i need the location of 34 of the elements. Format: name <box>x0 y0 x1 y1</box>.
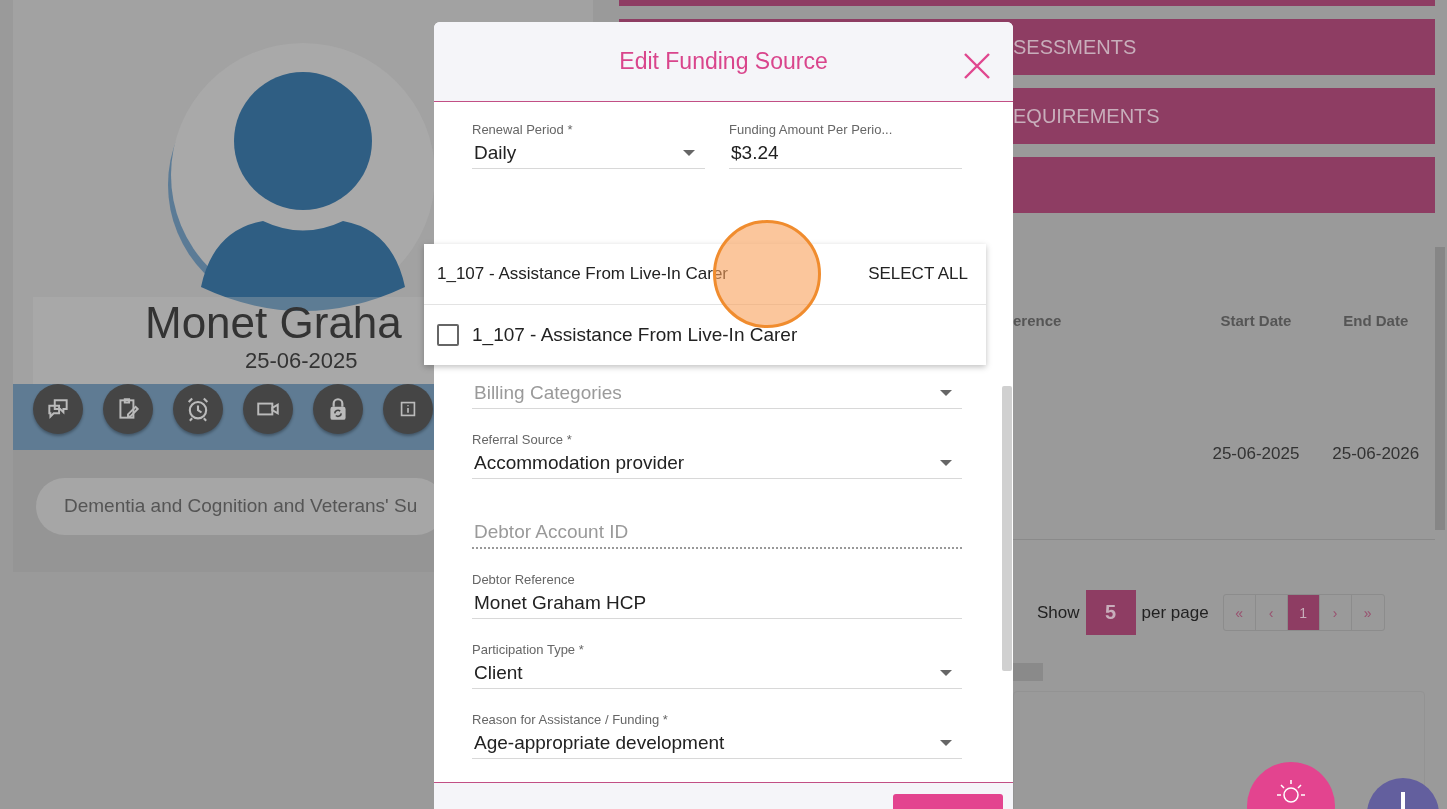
close-button[interactable] <box>963 52 991 80</box>
caret-icon <box>940 460 952 466</box>
page-button[interactable]: » <box>1351 595 1384 630</box>
per-page-label: per page <box>1141 602 1209 623</box>
page-button[interactable]: « <box>1223 595 1256 630</box>
select-field[interactable]: Reason for Assistance / Funding * Age-appropriate development <box>472 689 962 759</box>
page-button[interactable]: 1 <box>1287 595 1320 630</box>
input-field[interactable]: Funding Amount Per Perio... $3.24 <box>729 116 962 169</box>
column-header: End Date <box>1342 311 1410 329</box>
chat-icon <box>45 396 71 422</box>
input-field[interactable]: Debtor Reference Monet Graham HCP <box>472 549 962 619</box>
select-field[interactable]: Participation Type * Client <box>472 619 962 689</box>
select-field[interactable]: Referral Source * Accommodation provider <box>472 409 962 479</box>
plus-icon <box>1401 792 1405 809</box>
table-cell-text: 25-06-2026 <box>1331 444 1421 464</box>
column-header: Start Date <box>1219 311 1293 329</box>
client-date: 25-06-2025 <box>245 348 358 374</box>
scrollbar[interactable] <box>1002 386 1012 671</box>
caret-icon <box>940 740 952 746</box>
table-cell-text: 25-06-2025 <box>1211 444 1301 464</box>
dialog-title: Edit Funding Source <box>619 48 828 75</box>
page-button[interactable]: › <box>1319 595 1352 630</box>
select-field[interactable]: Renewal Period * Daily <box>472 116 705 169</box>
caret-icon <box>940 670 952 676</box>
horizontal-scrollbar[interactable] <box>1013 663 1043 681</box>
checkbox[interactable] <box>437 324 459 346</box>
close-icon <box>963 52 991 80</box>
client-name: Monet Graha <box>145 298 402 348</box>
column-header: erence <box>1012 311 1063 329</box>
caret-icon <box>940 390 952 396</box>
page-size-field[interactable]: 5 <box>1085 590 1136 635</box>
select-all-button[interactable]: SELECT ALL <box>868 264 968 284</box>
show-label: Show <box>1037 602 1080 623</box>
page-button[interactable]: ‹ <box>1255 595 1288 630</box>
